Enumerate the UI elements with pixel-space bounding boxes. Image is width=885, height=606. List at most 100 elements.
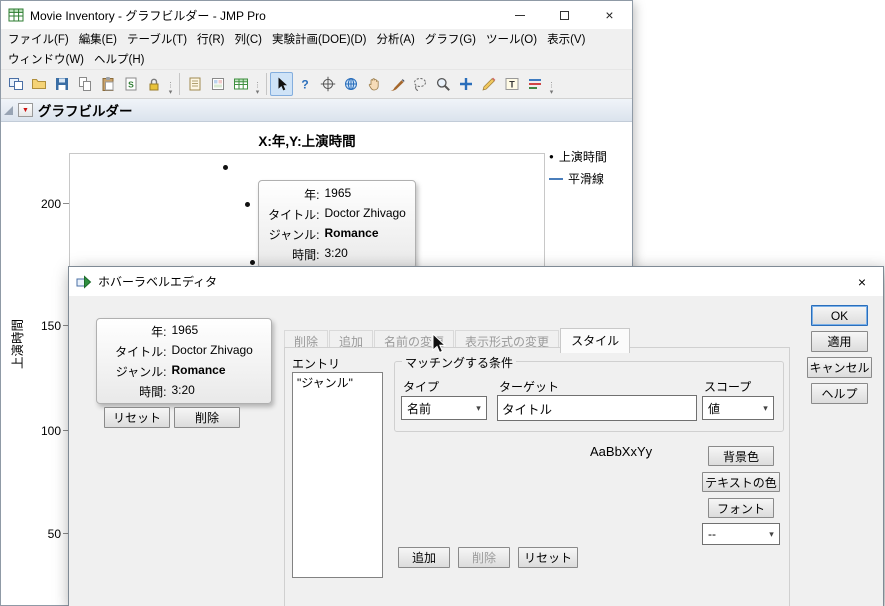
- magnifier-tool-icon[interactable]: [431, 72, 454, 96]
- legend-label[interactable]: 平滑線: [568, 170, 604, 187]
- toolbar-overflow-icon[interactable]: ⋮▾: [546, 72, 557, 96]
- tooltip-value: 1965: [324, 186, 405, 203]
- red-triangle-menu-button[interactable]: ▼: [18, 103, 33, 117]
- font-button[interactable]: フォント: [708, 498, 774, 518]
- scope-label: スコープ: [704, 378, 751, 395]
- tooltip-value: Doctor Zhivago: [324, 206, 405, 223]
- text-annotate-tool-icon[interactable]: T: [500, 72, 523, 96]
- crosshair-tool-icon[interactable]: [316, 72, 339, 96]
- tab-style[interactable]: スタイル: [560, 328, 630, 353]
- text-color-button[interactable]: テキストの色: [702, 472, 780, 492]
- help-tool-icon[interactable]: ?: [293, 72, 316, 96]
- menubar: ファイル(F) 編集(E) テーブル(T) 行(R) 列(C) 実験計画(DOE…: [1, 29, 632, 69]
- data-point[interactable]: [223, 165, 228, 170]
- close-button[interactable]: ×: [587, 1, 632, 29]
- cancel-button[interactable]: キャンセル: [807, 357, 872, 378]
- tooltip-value: Romance: [324, 226, 405, 243]
- menu-cols[interactable]: 列(C): [230, 29, 267, 49]
- hover-label-editor-dialog: ホバーラベルエディタ × 年:1965 タイトル:Doctor Zhivago …: [68, 266, 884, 606]
- add-button[interactable]: 追加: [398, 547, 450, 568]
- tooltip-value: 3:20: [324, 246, 405, 263]
- ok-button[interactable]: OK: [811, 305, 868, 326]
- annotate-plus-tool-icon[interactable]: [454, 72, 477, 96]
- hover-label-preview: 年:1965 タイトル:Doctor Zhivago ジャンル:Romance …: [96, 318, 272, 404]
- chevron-down-icon: ▾: [758, 403, 773, 414]
- menu-view[interactable]: 表示(V): [542, 29, 590, 49]
- selection-arrow-tool-icon[interactable]: [270, 72, 293, 96]
- layout-icon[interactable]: [206, 72, 229, 96]
- delete-button[interactable]: 削除: [458, 547, 510, 568]
- preview-label: ジャンル:: [115, 363, 166, 380]
- entry-label: エントリ: [292, 355, 340, 372]
- script-icon[interactable]: S: [119, 72, 142, 96]
- titlebar[interactable]: Movie Inventory - グラフビルダー - JMP Pro ×: [1, 1, 632, 29]
- chart-legend: ● 上演時間 平滑線: [549, 148, 607, 192]
- tooltip-label: タイトル:: [268, 206, 319, 223]
- apply-button[interactable]: 適用: [811, 331, 868, 352]
- preview-reset-button[interactable]: リセット: [104, 407, 170, 428]
- line-styles-tool-icon[interactable]: [523, 72, 546, 96]
- target-tool-icon[interactable]: [339, 72, 362, 96]
- menu-edit[interactable]: 編集(E): [74, 29, 122, 49]
- menu-tables[interactable]: テーブル(T): [122, 29, 192, 49]
- toolbar-overflow-icon[interactable]: ⋮▾: [165, 72, 176, 96]
- disclosure-triangle-icon[interactable]: [4, 106, 13, 115]
- menu-graph[interactable]: グラフ(G): [420, 29, 481, 49]
- journal-icon[interactable]: [183, 72, 206, 96]
- lock-icon[interactable]: [142, 72, 165, 96]
- dialog-titlebar[interactable]: ホバーラベルエディタ ×: [69, 267, 883, 296]
- red-triangle-icon: ▼: [22, 107, 29, 114]
- grabber-hand-tool-icon[interactable]: [362, 72, 385, 96]
- data-table-icon[interactable]: [229, 72, 252, 96]
- dialog-close-button[interactable]: ×: [841, 267, 883, 296]
- type-dropdown-value: 名前: [407, 400, 431, 417]
- outline-title: グラフビルダー: [38, 100, 133, 120]
- y-tick-mark: [63, 203, 69, 204]
- svg-text:?: ?: [301, 78, 308, 92]
- data-point-hovered[interactable]: [245, 202, 250, 207]
- open-icon[interactable]: [27, 72, 50, 96]
- legend-label[interactable]: 上演時間: [559, 148, 607, 165]
- background-color-button[interactable]: 背景色: [708, 446, 774, 466]
- toolbar-separator: [266, 73, 267, 95]
- maximize-icon: [560, 11, 569, 20]
- paste-icon[interactable]: [96, 72, 119, 96]
- menu-rows[interactable]: 行(R): [192, 29, 229, 49]
- y-tick-label: 50: [29, 527, 61, 541]
- entry-listbox[interactable]: "ジャンル": [292, 372, 383, 578]
- tooltip-label: 年:: [268, 186, 319, 203]
- reset-button[interactable]: リセット: [518, 547, 578, 568]
- extra-style-dropdown-value: --: [708, 527, 716, 541]
- svg-text:S: S: [128, 80, 134, 90]
- target-label: ターゲット: [499, 378, 559, 395]
- lasso-tool-icon[interactable]: [408, 72, 431, 96]
- menu-analyze[interactable]: 分析(A): [372, 29, 420, 49]
- minimize-button[interactable]: [497, 1, 542, 29]
- scope-dropdown[interactable]: 値 ▾: [702, 396, 774, 420]
- menu-tools[interactable]: ツール(O): [481, 29, 542, 49]
- legend-line-icon: [549, 178, 563, 180]
- menu-window[interactable]: ウィンドウ(W): [3, 49, 89, 69]
- menu-doe[interactable]: 実験計画(DOE)(D): [267, 29, 372, 49]
- help-button[interactable]: ヘルプ: [811, 383, 868, 404]
- data-point[interactable]: [250, 260, 255, 265]
- save-icon[interactable]: [50, 72, 73, 96]
- preview-value: 1965: [171, 323, 252, 340]
- style-sample-text: AaBbXxYy: [590, 444, 652, 459]
- preview-label: タイトル:: [115, 343, 166, 360]
- maximize-button[interactable]: [542, 1, 587, 29]
- copy-icon[interactable]: [73, 72, 96, 96]
- preview-delete-button[interactable]: 削除: [174, 407, 240, 428]
- list-item[interactable]: "ジャンル": [293, 373, 382, 392]
- toolbar-overflow-icon[interactable]: ⋮▾: [252, 72, 263, 96]
- menu-file[interactable]: ファイル(F): [3, 29, 74, 49]
- menu-help[interactable]: ヘルプ(H): [89, 49, 149, 69]
- new-window-icon[interactable]: [4, 72, 27, 96]
- outline-header: ▼ グラフビルダー: [1, 99, 632, 122]
- extra-style-dropdown[interactable]: -- ▾: [702, 523, 780, 545]
- type-dropdown[interactable]: 名前 ▾: [401, 396, 487, 420]
- pencil-tool-icon[interactable]: [477, 72, 500, 96]
- brush-tool-icon[interactable]: [385, 72, 408, 96]
- hover-label-tooltip: 年:1965 タイトル:Doctor Zhivago ジャンル:Romance …: [258, 180, 416, 269]
- target-input[interactable]: [497, 395, 697, 421]
